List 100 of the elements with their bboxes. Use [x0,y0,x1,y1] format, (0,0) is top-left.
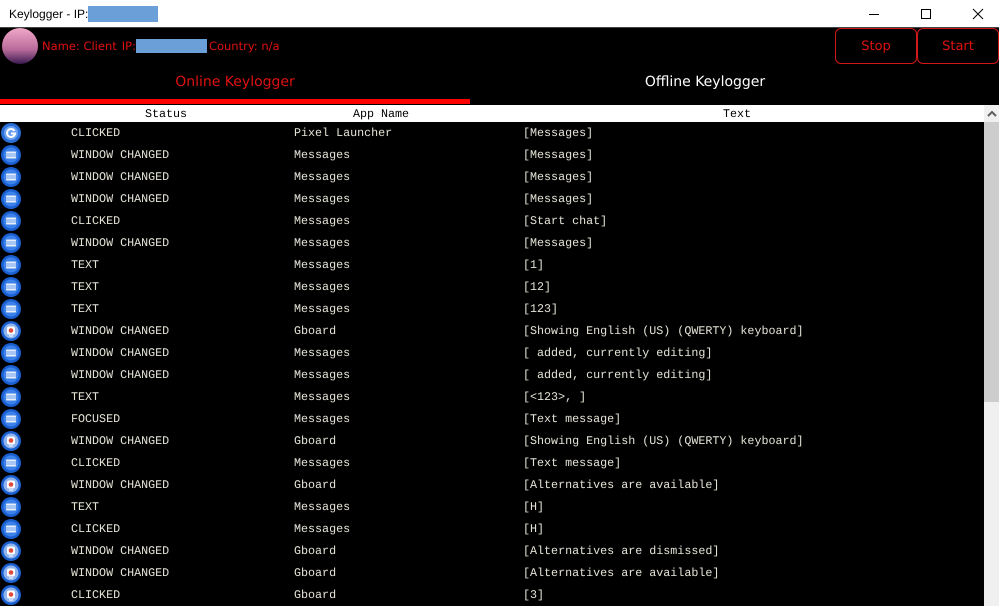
keyboard-app-icon [1,563,21,583]
keyboard-app-icon [1,541,21,561]
table-cell-text: Messages [293,456,352,470]
table-cell-text: Gboard [293,434,338,448]
column-header[interactable]: App Name [272,106,490,120]
table-cell-text: [Text message] [522,456,622,470]
table-cell-text: Gboard [293,588,338,602]
table-cell-text: CLICKED [70,588,122,602]
keyboard-app-icon [1,585,21,605]
table-cell-text: [Messages] [522,170,594,184]
table-cell-text: WINDOW CHANGED [70,434,170,448]
table-cell-text: Messages [293,192,352,206]
table-cell-text: CLICKED [70,214,122,228]
message-icon [1,497,21,517]
start-button[interactable]: Start [917,28,999,64]
table-cell-text: Gboard [293,544,338,558]
table-cell-text: Messages [293,214,352,228]
table-cell-text: [ added, currently editing] [522,368,714,382]
column-header[interactable]: Status [60,106,272,120]
message-icon [1,277,21,297]
table-cell-text: [Messages] [522,126,594,140]
table-cell-text: [1] [522,258,546,272]
table-cell-text: CLICKED [70,456,122,470]
table-cell-text: WINDOW CHANGED [70,324,170,338]
table-cell-text: Messages [293,302,352,316]
table-cell-text: TEXT [70,280,100,294]
table-cell-text: [123] [522,302,560,316]
table-cell-text: Messages [293,148,352,162]
stop-button[interactable]: Stop [835,28,917,64]
table-cell-text: [Alternatives are dismissed] [522,544,720,558]
message-icon [1,211,21,231]
message-icon [1,409,21,429]
message-icon [1,189,21,209]
column-header[interactable]: Text [490,106,984,120]
table-cell-text: TEXT [70,302,100,316]
window-title: Keylogger - IP: [9,6,88,20]
table-cell-text: FOCUSED [70,412,122,426]
table-cell-text: [Alternatives are available] [522,566,720,580]
table-cell-text: [Showing English (US) (QWERTY) keyboard] [522,434,805,448]
client-name: Name: Client [42,39,117,53]
table-cell-text: Gboard [293,478,338,492]
table-cell-text: Messages [293,522,352,536]
table-cell-text: Messages [293,280,352,294]
table-cell-text: [Messages] [522,192,594,206]
table-cell-text: Messages [293,346,352,360]
table-cell-text: CLICKED [70,126,122,140]
table-cell-text: [H] [522,500,546,514]
redaction-bar [88,6,158,22]
table-cell-text: TEXT [70,500,100,514]
message-icon [1,365,21,385]
keyboard-app-icon [1,475,21,495]
table-cell-text: Messages [293,412,352,426]
scrollbar-thumb[interactable] [984,122,999,402]
avatar-icon [2,28,38,64]
tab[interactable]: Offline Keylogger [470,64,940,104]
message-icon [1,519,21,539]
table-cell-text: Pixel Launcher [293,126,394,140]
table-cell-text: Messages [293,368,352,382]
message-icon [1,343,21,363]
table-cell-text: WINDOW CHANGED [70,236,170,250]
table-cell-text: WINDOW CHANGED [70,170,170,184]
table-cell-text: CLICKED [70,522,122,536]
table-cell-text: TEXT [70,258,100,272]
country-label: Country: n/a [208,39,280,53]
table-cell-text: WINDOW CHANGED [70,544,170,558]
table-cell-text: [Alternatives are available] [522,478,720,492]
table-cell-text: WINDOW CHANGED [70,566,170,580]
message-icon [1,233,21,253]
table-cell-text: Gboard [293,566,338,580]
table-cell-text: [H] [522,522,546,536]
message-icon [1,387,21,407]
message-icon [1,255,21,275]
table-cell-text: WINDOW CHANGED [70,478,170,492]
maximize-icon[interactable] [920,8,932,20]
keyboard-app-icon [1,431,21,451]
table-cell-text: [ added, currently editing] [522,346,714,360]
table-cell-text: WINDOW CHANGED [70,368,170,382]
table-cell-text: Messages [293,500,352,514]
table-cell-text: [<123>, ] [522,390,588,404]
table-cell-text: WINDOW CHANGED [70,346,170,360]
table-cell-text: [3] [522,588,546,602]
table-cell-text: Gboard [293,324,338,338]
ip-label: IP: [122,39,136,53]
table-cell-text: TEXT [70,390,100,404]
redaction-bar [136,39,207,53]
table-cell-text: Messages [293,170,352,184]
table-cell-text: Messages [293,258,352,272]
table-cell-text: [Messages] [522,148,594,162]
message-icon [1,145,21,165]
table-cell-text: [12] [522,280,552,294]
table-cell-text: [Showing English (US) (QWERTY) keyboard] [522,324,805,338]
table-cell-text: [Messages] [522,236,594,250]
table-cell-text: WINDOW CHANGED [70,148,170,162]
table-cell-text: Messages [293,390,352,404]
keyboard-app-icon [1,321,21,341]
close-icon[interactable] [972,8,984,20]
message-icon [1,167,21,187]
message-icon [1,299,21,319]
table-cell-text: [Start chat] [522,214,608,228]
table-cell-text: [Text message] [522,412,622,426]
